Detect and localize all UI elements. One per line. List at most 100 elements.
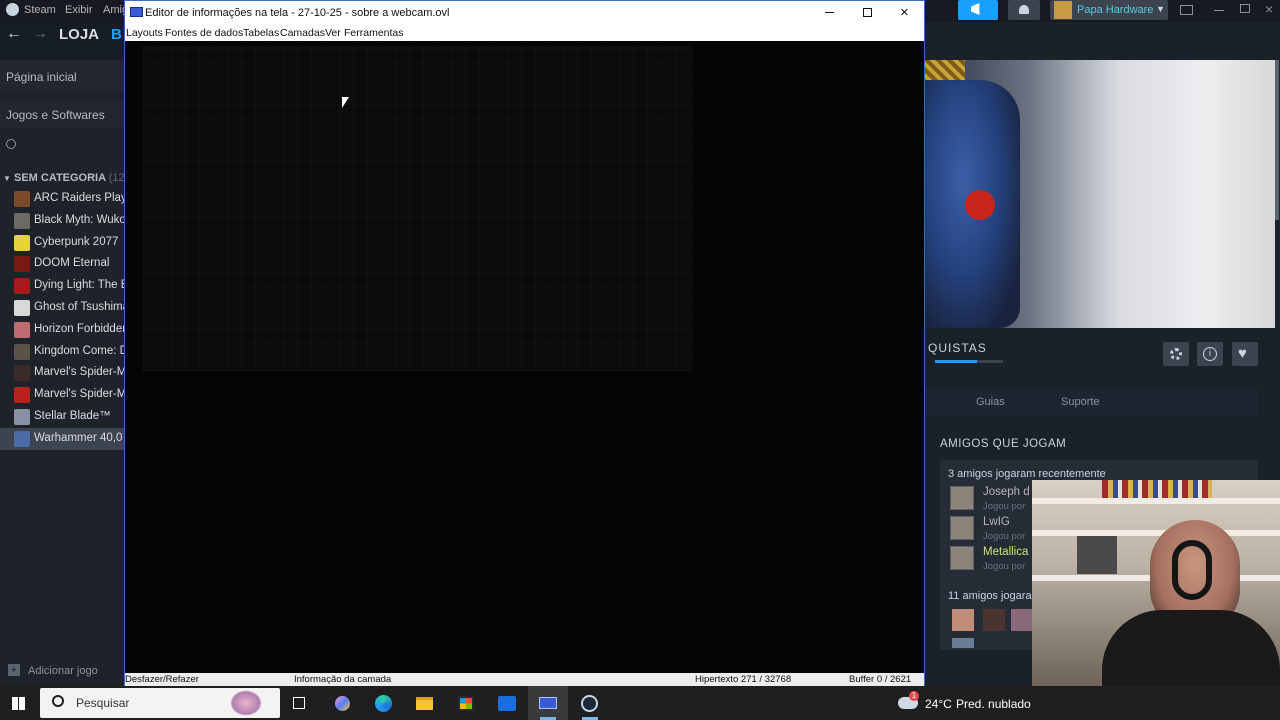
menu-data-sources[interactable]: Fontes de dados <box>165 27 243 39</box>
search-icon <box>52 695 64 707</box>
friend-avatar[interactable] <box>952 609 974 631</box>
sidebar-game-item[interactable]: Warhammer 40,0 <box>0 427 124 450</box>
friend-avatar[interactable] <box>983 609 1005 631</box>
plus-icon: + <box>8 664 20 676</box>
sidebar-game-item[interactable]: Stellar Blade™ <box>0 406 124 428</box>
close-icon[interactable]: × <box>1265 1 1273 17</box>
sidebar-game-item[interactable]: Horizon Forbidden <box>0 319 124 341</box>
menu-layouts[interactable]: Layouts <box>126 27 163 39</box>
store-icon[interactable] <box>458 696 474 711</box>
friend-name[interactable]: Joseph d <box>983 486 1030 498</box>
game-icon <box>14 278 30 295</box>
sidebar-home[interactable]: Página inicial <box>0 60 124 92</box>
sidebar-filter[interactable]: Jogos e Softwares <box>0 100 124 128</box>
weather-temp[interactable]: 24°C <box>925 697 952 711</box>
shelf <box>1032 530 1280 536</box>
sidebar-game-item[interactable]: Marvel's Spider-M <box>0 384 124 406</box>
friend-avatar[interactable] <box>950 516 974 540</box>
friend-avatar[interactable] <box>952 638 974 648</box>
menu-tools[interactable]: Ferramentas <box>344 27 404 39</box>
friend-name[interactable]: LwIG <box>983 516 1010 528</box>
task-view-icon[interactable] <box>293 697 305 709</box>
friend-name[interactable]: Metallica <box>983 546 1028 558</box>
favorite-button[interactable]: ♥ <box>1232 342 1258 366</box>
search-icon[interactable] <box>6 139 16 149</box>
steam-logo-icon[interactable] <box>6 3 19 16</box>
friend-playtime: Jogou por <box>983 561 1026 572</box>
tab-support[interactable]: Suporte <box>1061 396 1100 408</box>
game-icon <box>14 191 30 207</box>
friend-avatar[interactable] <box>950 546 974 570</box>
editor-minimize-icon[interactable] <box>825 12 834 13</box>
hero-art-eye <box>965 190 995 220</box>
search-placeholder: Pesquisar <box>76 696 130 710</box>
back-arrow-icon[interactable]: ← <box>6 25 22 43</box>
nav-store[interactable]: LOJA <box>59 26 99 43</box>
game-icon <box>14 430 30 447</box>
menu-tables[interactable]: Tabelas <box>243 27 279 39</box>
nav-library[interactable]: B <box>111 26 122 43</box>
announcements-button[interactable] <box>958 0 998 20</box>
menu-view[interactable]: Ver <box>325 27 341 39</box>
minimize-icon[interactable] <box>1214 10 1224 11</box>
friend-avatar[interactable] <box>1011 609 1033 631</box>
sidebar-game-item[interactable]: Black Myth: Wuko <box>0 210 124 232</box>
sidebar-game-item[interactable]: Ghost of Tsushima <box>0 297 124 319</box>
add-game-button[interactable]: + Adicionar jogo <box>0 660 124 684</box>
osd-editor-window[interactable]: Editor de informações na tela - 27-10-25… <box>124 0 925 687</box>
editor-titlebar[interactable]: Editor de informações na tela - 27-10-25… <box>125 1 924 25</box>
settings-button[interactable] <box>1163 342 1189 366</box>
notifications-button[interactable] <box>1008 0 1040 20</box>
menu-layers[interactable]: Camadas <box>280 27 325 39</box>
sidebar-filter-label: Jogos e Softwares <box>6 108 105 122</box>
game-name: Stellar Blade™ <box>34 410 111 422</box>
editor-canvas[interactable] <box>125 41 924 673</box>
gear-icon <box>1170 348 1182 360</box>
tab-guides[interactable]: Guias <box>976 396 1005 408</box>
windows-start-icon[interactable] <box>12 697 25 710</box>
info-button[interactable]: i <box>1197 342 1223 366</box>
monitor-icon <box>130 7 143 17</box>
avatar <box>1054 1 1072 19</box>
game-icon <box>14 365 30 382</box>
person-body <box>1102 610 1280 686</box>
copilot-icon[interactable] <box>335 696 350 711</box>
sidebar-game-item[interactable]: DOOM Eternal <box>0 253 124 275</box>
sidebar-game-item[interactable]: Marvel's Spider-M <box>0 362 124 384</box>
outlook-icon[interactable] <box>498 696 516 711</box>
headphones <box>1172 540 1212 600</box>
forward-arrow-icon[interactable]: → <box>32 25 48 43</box>
steam-nav: ← → LOJA B <box>0 22 125 48</box>
sidebar-game-item[interactable]: Dying Light: The B <box>0 275 124 297</box>
steam-taskbar-icon[interactable] <box>581 695 598 712</box>
game-icon <box>14 343 30 360</box>
scrollbar[interactable] <box>1275 60 1279 220</box>
taskbar-osd-editor[interactable] <box>528 686 568 720</box>
sidebar-game-item[interactable]: Kingdom Come: D <box>0 341 124 363</box>
layout-preview-grid[interactable] <box>143 45 693 371</box>
edge-icon[interactable] <box>375 695 392 712</box>
user-menu[interactable]: Papa Hardware ▼ <box>1050 0 1168 20</box>
category-label: SEM CATEGORIA <box>13 172 106 184</box>
weather-desc[interactable]: Pred. nublado <box>956 697 1031 711</box>
game-hero-image <box>925 60 1275 328</box>
sidebar-game-item[interactable]: Cyberpunk 2077 <box>0 232 124 254</box>
restore-icon[interactable] <box>1240 4 1250 13</box>
big-picture-icon[interactable] <box>1180 5 1193 15</box>
game-name: DOOM Eternal <box>34 257 110 270</box>
game-name: Ghost of Tsushima <box>34 301 124 313</box>
editor-maximize-icon[interactable] <box>863 8 872 17</box>
sidebar-game-item[interactable]: ARC Raiders Playt <box>0 188 124 210</box>
game-icon <box>14 300 30 316</box>
sidebar-category[interactable]: ▼ SEM CATEGORIA (12 <box>3 172 125 184</box>
steam-menu-steam[interactable]: Steam <box>24 4 56 16</box>
game-name: Marvel's Spider-M <box>34 366 124 379</box>
friend-avatar[interactable] <box>950 486 974 510</box>
add-game-label: Adicionar jogo <box>28 665 98 677</box>
taskbar-search[interactable]: Pesquisar <box>40 688 280 718</box>
game-icon <box>14 387 30 404</box>
editor-close-icon[interactable]: × <box>900 4 909 21</box>
file-explorer-icon[interactable] <box>416 697 433 710</box>
steam-menu-view[interactable]: Exibir <box>65 4 93 16</box>
game-name: Horizon Forbidden <box>34 322 124 335</box>
